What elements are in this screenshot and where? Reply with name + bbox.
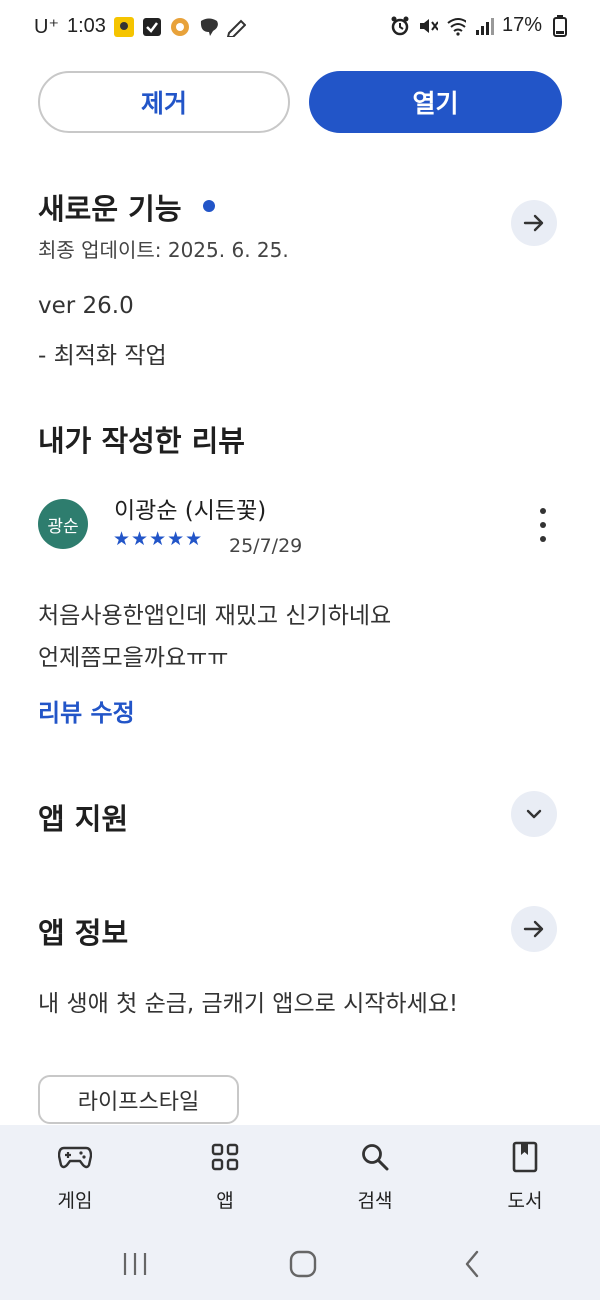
nav-item-search[interactable]: 검색 bbox=[320, 1125, 430, 1230]
pencil-icon bbox=[226, 17, 246, 37]
nav-label-games: 게임 bbox=[57, 1190, 93, 1212]
app-support-title: 앱 지원 bbox=[38, 802, 129, 836]
nav-label-books: 도서 bbox=[507, 1190, 543, 1212]
home-icon[interactable] bbox=[283, 1246, 323, 1282]
app-info-title: 앱 정보 bbox=[38, 916, 129, 950]
last-updated-text: 최종 업데이트: 2025. 6. 25. bbox=[38, 238, 289, 262]
whats-new-arrow-button[interactable] bbox=[511, 200, 557, 246]
apps-grid-icon bbox=[208, 1140, 242, 1174]
nav-item-apps[interactable]: 앱 bbox=[170, 1125, 280, 1230]
chevron-down-icon bbox=[526, 809, 542, 819]
arrow-right-icon bbox=[523, 214, 544, 232]
notification-app-icon bbox=[113, 16, 134, 37]
recent-apps-icon[interactable] bbox=[115, 1246, 155, 1282]
checkbox-notification-icon bbox=[142, 17, 162, 37]
search-icon bbox=[358, 1140, 392, 1174]
system-navigation-bar bbox=[0, 1230, 600, 1300]
nav-item-games[interactable]: 게임 bbox=[20, 1125, 130, 1230]
bottom-navigation: 게임 앱 검색 도서 bbox=[0, 1125, 600, 1230]
rating-stars: ★★★★★ bbox=[113, 528, 204, 550]
review-date: 25/7/29 bbox=[229, 535, 303, 557]
update-note-text: - 최적화 작업 bbox=[38, 343, 167, 369]
edit-review-link[interactable]: 리뷰 수정 bbox=[38, 693, 135, 728]
mute-icon bbox=[418, 16, 438, 36]
reviewer-name: 이광순 (시든꽃) bbox=[114, 498, 267, 524]
nav-item-books[interactable]: 도서 bbox=[470, 1125, 580, 1230]
open-button[interactable]: 열기 bbox=[309, 71, 562, 133]
category-chip[interactable]: 라이프스타일 bbox=[38, 1075, 239, 1124]
review-text-line2: 언제쯤모을까요ㅠㅠ bbox=[38, 645, 229, 671]
carrier-label: U⁺ bbox=[34, 16, 59, 38]
gamepad-icon bbox=[58, 1140, 92, 1174]
nav-label-apps: 앱 bbox=[216, 1190, 234, 1212]
app-support-expand-button[interactable] bbox=[511, 791, 557, 837]
signal-icon bbox=[474, 16, 494, 36]
whats-new-title: 새로운 기능 bbox=[38, 192, 182, 226]
status-bar: U⁺ 1:03 17% bbox=[0, 0, 600, 56]
arrow-right-icon bbox=[523, 920, 544, 938]
nav-label-search: 검색 bbox=[357, 1190, 393, 1212]
wifi-icon bbox=[446, 16, 466, 36]
more-options-icon[interactable] bbox=[532, 508, 554, 542]
alarm-icon bbox=[390, 16, 410, 36]
status-time: 1:03 bbox=[67, 15, 106, 37]
back-icon[interactable] bbox=[452, 1246, 492, 1282]
new-indicator-dot bbox=[203, 200, 215, 212]
review-text-line1: 처음사용한앱인데 재밌고 신기하네요 bbox=[38, 603, 392, 629]
version-text: ver 26.0 bbox=[38, 293, 134, 319]
chat-bubble-icon bbox=[198, 17, 218, 37]
book-icon bbox=[508, 1140, 542, 1174]
battery-percent: 17% bbox=[501, 14, 542, 36]
app-info-arrow-button[interactable] bbox=[511, 906, 557, 952]
notification-badge-icon bbox=[170, 17, 190, 37]
remove-button[interactable]: 제거 bbox=[38, 71, 290, 133]
my-review-title: 내가 작성한 리뷰 bbox=[38, 424, 245, 458]
battery-icon bbox=[550, 14, 570, 37]
app-description: 내 생애 첫 순금, 금캐기 앱으로 시작하세요! bbox=[38, 991, 459, 1017]
avatar: 광순 bbox=[38, 499, 88, 549]
